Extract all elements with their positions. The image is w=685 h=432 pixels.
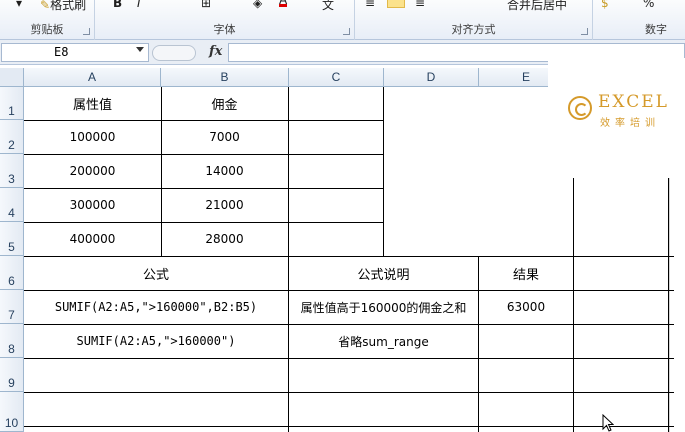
cell-e7-result[interactable]: 63000 bbox=[479, 290, 573, 324]
fill-color-button[interactable]: ◈ bbox=[253, 0, 262, 10]
cell-b4[interactable]: 21000 bbox=[161, 188, 288, 222]
cell-b2[interactable]: 7000 bbox=[161, 120, 288, 154]
logo-mark-icon bbox=[568, 96, 592, 120]
column-header-d[interactable]: D bbox=[384, 68, 479, 87]
column-header-c[interactable]: C bbox=[289, 68, 384, 87]
name-box-dropdown-icon[interactable] bbox=[136, 47, 144, 52]
row-header-4[interactable]: 4 bbox=[0, 188, 24, 222]
alignment-group-label: 对齐方式 bbox=[451, 23, 496, 36]
phonetic-button[interactable]: 文 bbox=[322, 0, 334, 13]
name-box[interactable]: E8 bbox=[1, 43, 149, 62]
table-border bbox=[383, 87, 384, 256]
formula-bar-splitter[interactable] bbox=[152, 45, 196, 61]
cell-a4[interactable]: 300000 bbox=[24, 188, 161, 222]
cell-a2[interactable]: 100000 bbox=[24, 120, 161, 154]
clipboard-group: ▾ ✎格式刷 剪贴板 bbox=[0, 0, 95, 40]
row-header-2[interactable]: 2 bbox=[0, 120, 24, 154]
row-header-10[interactable]: 10 bbox=[0, 392, 24, 432]
paste-dropdown-arrow[interactable]: ▾ bbox=[16, 0, 22, 10]
font-group-label: 字体 bbox=[213, 23, 236, 36]
column-header-a[interactable]: A bbox=[24, 68, 161, 87]
align-right-button[interactable]: ≡ bbox=[415, 0, 425, 10]
cell-e6-result-header[interactable]: 结果 bbox=[479, 256, 573, 290]
align-left-button[interactable]: ≡ bbox=[365, 0, 375, 10]
column-header-b[interactable]: B bbox=[161, 68, 289, 87]
align-center-button[interactable] bbox=[387, 0, 405, 8]
cell-c8-description[interactable]: 省略sum_range bbox=[289, 324, 478, 358]
cell-b5[interactable]: 28000 bbox=[161, 222, 288, 256]
percent-button[interactable]: % bbox=[643, 0, 654, 10]
row-header-1[interactable]: 1 bbox=[0, 87, 24, 120]
clipboard-group-label: 剪贴板 bbox=[30, 23, 64, 36]
clipboard-launcher-icon[interactable] bbox=[83, 28, 90, 35]
row-header-6[interactable]: 6 bbox=[0, 256, 24, 290]
borders-button[interactable]: ⊞ bbox=[201, 0, 211, 10]
brush-icon: ✎ bbox=[40, 0, 51, 12]
cell-a5[interactable]: 400000 bbox=[24, 222, 161, 256]
logo-text: EXCEL bbox=[598, 92, 669, 112]
alignment-group: ≡ ≡ 合并后居中 对齐方式 bbox=[355, 0, 593, 40]
alignment-launcher-icon[interactable] bbox=[581, 28, 588, 35]
row-header-9[interactable]: 9 bbox=[0, 358, 24, 392]
format-painter-button[interactable]: ✎格式刷 bbox=[40, 0, 86, 13]
ribbon: ▾ ✎格式刷 剪贴板 B I ⊞ ◈ A 文 字体 ≡ ≡ 合并后居中 对齐方式… bbox=[0, 0, 685, 40]
cell-b3[interactable]: 14000 bbox=[161, 154, 288, 188]
italic-button[interactable]: I bbox=[137, 0, 141, 10]
cell-b1[interactable]: 佣金 bbox=[161, 87, 288, 120]
table-border bbox=[24, 392, 674, 393]
excel-training-logo: EXCEL 效率培训 bbox=[548, 58, 685, 178]
font-group: B I ⊞ ◈ A 文 字体 bbox=[95, 0, 355, 40]
cell-a1[interactable]: 属性值 bbox=[24, 87, 161, 120]
row-header-3[interactable]: 3 bbox=[0, 154, 24, 188]
gridline bbox=[669, 178, 670, 432]
row-header-5[interactable]: 5 bbox=[0, 222, 24, 256]
table-border bbox=[24, 358, 674, 359]
cell-c7-description[interactable]: 属性值高于160000的佣金之和 bbox=[289, 290, 478, 324]
insert-function-icon[interactable]: fx bbox=[209, 44, 222, 59]
bold-button[interactable]: B bbox=[113, 0, 122, 10]
font-color-button[interactable]: A bbox=[279, 0, 288, 7]
row-header-8[interactable]: 8 bbox=[0, 324, 24, 358]
number-group-label: 数字 bbox=[645, 23, 667, 36]
cell-a7-formula[interactable]: SUMIF(A2:A5,">160000",B2:B5) bbox=[24, 290, 288, 324]
mouse-cursor-icon bbox=[602, 414, 614, 432]
table-border bbox=[668, 178, 669, 432]
table-border bbox=[24, 426, 674, 427]
cell-a6-formula-header[interactable]: 公式 bbox=[24, 256, 288, 290]
number-group: $ % 数字 bbox=[593, 0, 685, 40]
cell-a8-formula[interactable]: SUMIF(A2:A5,">160000") bbox=[24, 324, 288, 358]
cell-a3[interactable]: 200000 bbox=[24, 154, 161, 188]
merge-center-button[interactable]: 合并后居中 bbox=[507, 0, 567, 13]
font-launcher-icon[interactable] bbox=[343, 28, 350, 35]
table-border bbox=[573, 178, 574, 432]
cell-c6-description-header[interactable]: 公式说明 bbox=[289, 256, 478, 290]
logo-subtext: 效率培训 bbox=[600, 118, 660, 129]
currency-icon[interactable]: $ bbox=[601, 0, 609, 10]
row-header-7[interactable]: 7 bbox=[0, 290, 24, 324]
select-all-corner[interactable] bbox=[0, 68, 24, 87]
